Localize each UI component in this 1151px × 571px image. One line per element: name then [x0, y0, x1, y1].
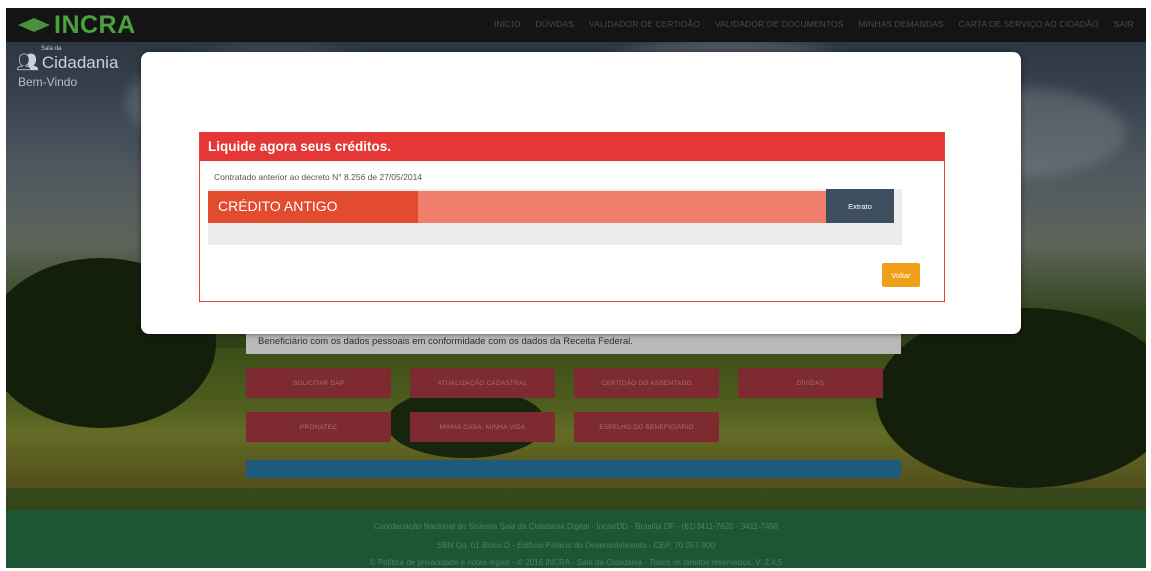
tile-espelho-beneficiario[interactable]: ESPELHO DO BENEFICIÁRIO	[574, 412, 719, 442]
nav-item-duvidas[interactable]: DÚVIDAS	[536, 19, 575, 29]
credit-row: CRÉDITO ANTIGO Extrato	[208, 189, 902, 245]
nav-item-inicio[interactable]: INÍCIO	[494, 19, 521, 29]
blue-bar	[246, 460, 901, 478]
footer-line-1: Coordenação Nacional do Sistema Sala da …	[373, 522, 779, 531]
nav-item-validador-certidao[interactable]: VALIDADOR DE CERTIDÃO	[589, 19, 700, 29]
sala-small-label: Sala da	[41, 46, 62, 52]
contract-subtitle: Contratado anterior ao decreto N° 8.256 …	[214, 172, 423, 182]
footer-line-2: SBN Qd. 01 Bloco D - Edifício Palácio do…	[437, 541, 715, 550]
voltar-button[interactable]: Voltar	[882, 263, 920, 287]
sala-cidadania-brand: 👥︎ Sala da Cidadania	[16, 46, 119, 73]
logo-text: INCRA	[54, 10, 136, 39]
credits-modal: Liquide agora seus créditos. Contratado …	[141, 52, 1021, 334]
extrato-button[interactable]: Extrato	[826, 189, 894, 223]
nav-menu: INÍCIO DÚVIDAS VALIDADOR DE CERTIDÃO VAL…	[494, 19, 1134, 29]
page-background: INCRA INÍCIO DÚVIDAS VALIDADOR DE CERTID…	[6, 8, 1146, 568]
incra-logo-icon	[18, 18, 50, 32]
nav-item-validador-documentos[interactable]: VALIDADOR DE DOCUMENTOS	[715, 19, 844, 29]
welcome-text: Bem-Vindo	[18, 75, 78, 89]
credits-card: Liquide agora seus créditos. Contratado …	[199, 132, 945, 302]
credit-progress-bar: CRÉDITO ANTIGO	[208, 191, 826, 223]
credit-label: CRÉDITO ANTIGO	[218, 198, 338, 214]
sala-title: Cidadania	[41, 52, 119, 72]
top-navbar: INCRA INÍCIO DÚVIDAS VALIDADOR DE CERTID…	[6, 8, 1146, 42]
card-title: Liquide agora seus créditos.	[200, 133, 944, 161]
footer-line-3: © Política de privacidade e notas legais…	[369, 558, 783, 567]
tile-minha-casa[interactable]: MINHA CASA, MINHA VIDA	[410, 412, 555, 442]
tile-certidao-assentado[interactable]: CERTIDÃO DO ASSENTADO	[574, 368, 719, 398]
tile-atualizacao-cadastral[interactable]: ATUALIZAÇÃO CADASTRAL	[410, 368, 555, 398]
people-icon: 👥︎	[16, 52, 39, 72]
nav-item-minhas-demandas[interactable]: MINHAS DEMANDAS	[859, 19, 944, 29]
tile-dividas[interactable]: DÍVIDAS	[738, 368, 883, 398]
footer: Coordenação Nacional do Sistema Sala da …	[6, 510, 1146, 568]
nav-item-carta-servico[interactable]: CARTA DE SERVIÇO AO CIDADÃO	[959, 19, 1099, 29]
status-text: Beneficiário com os dados pessoais em co…	[258, 336, 633, 347]
tile-solicitar-dap[interactable]: SOLICITAR DAP	[246, 368, 391, 398]
nav-item-sair[interactable]: SAIR	[1114, 19, 1134, 29]
tile-pronatec[interactable]: PRONATEC	[246, 412, 391, 442]
incra-logo[interactable]: INCRA	[18, 10, 136, 40]
